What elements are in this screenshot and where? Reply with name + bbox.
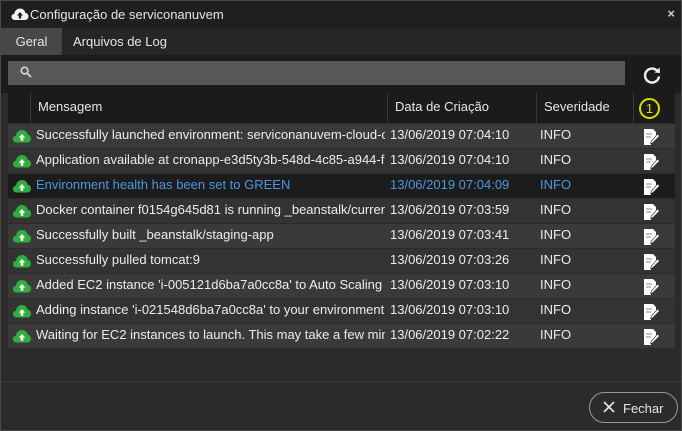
- events-grid: Mensagem Data de Criação Severidade 1 Su…: [8, 93, 675, 355]
- edit-icon[interactable]: [642, 253, 660, 271]
- table-row[interactable]: Application available at cronapp-e3d5ty3…: [8, 149, 675, 173]
- row-date: 13/06/2019 07:02:22: [390, 327, 510, 342]
- row-severity: INFO: [540, 252, 572, 267]
- row-date: 13/06/2019 07:04:09: [390, 177, 510, 192]
- footer-divider: [1, 381, 681, 382]
- row-message: Successfully pulled tomcat:9: [36, 252, 201, 267]
- row-severity: INFO: [540, 127, 572, 142]
- cloud-upload-icon: [13, 130, 31, 143]
- cloud-icon: [11, 8, 29, 20]
- cloud-upload-icon: [13, 180, 31, 193]
- row-message: Successfully launched environment: servi…: [36, 127, 385, 142]
- edit-icon[interactable]: [642, 228, 660, 246]
- title-bar[interactable]: Configuração de serviconanuvem ×: [1, 1, 681, 28]
- table-row[interactable]: Waiting for EC2 instances to launch. Thi…: [8, 324, 675, 348]
- cloud-upload-icon: [13, 255, 31, 268]
- row-date: 13/06/2019 07:03:10: [390, 302, 510, 317]
- edit-icon[interactable]: [642, 303, 660, 321]
- row-date: 13/06/2019 07:03:59: [390, 202, 510, 217]
- row-date: 13/06/2019 07:04:10: [390, 127, 510, 142]
- column-header-data-de-criacao[interactable]: Data de Criação: [387, 93, 536, 123]
- search-input[interactable]: [38, 61, 622, 87]
- row-date: 13/06/2019 07:04:10: [390, 152, 510, 167]
- fechar-label: Fechar: [623, 401, 664, 416]
- table-row[interactable]: Adding instance 'i-021548d6ba7a0cc8a' to…: [8, 299, 675, 323]
- row-date: 13/06/2019 07:03:41: [390, 227, 510, 242]
- close-icon[interactable]: ×: [667, 6, 675, 21]
- row-message: Docker container f0154g645d81 is running…: [36, 202, 385, 217]
- tab-arquivos-de-log[interactable]: Arquivos de Log: [62, 28, 178, 55]
- row-severity: INFO: [540, 277, 572, 292]
- table-row[interactable]: Successfully launched environment: servi…: [8, 124, 675, 148]
- cloud-upload-icon: [13, 330, 31, 343]
- step-badge: 1: [639, 98, 660, 119]
- search-box[interactable]: [8, 61, 625, 87]
- tab-geral[interactable]: Geral: [1, 28, 62, 55]
- table-row[interactable]: Successfully built _beanstalk/staging-ap…: [8, 224, 675, 248]
- row-date: 13/06/2019 07:03:10: [390, 277, 510, 292]
- edit-icon[interactable]: [642, 178, 660, 196]
- edit-icon[interactable]: [642, 128, 660, 146]
- row-severity: INFO: [540, 302, 572, 317]
- table-row[interactable]: Docker container f0154g645d81 is running…: [8, 199, 675, 223]
- cloud-upload-icon: [13, 305, 31, 318]
- cloud-upload-icon: [13, 230, 31, 243]
- grid-header: Mensagem Data de Criação Severidade 1: [8, 93, 675, 123]
- row-severity: INFO: [540, 177, 572, 192]
- cloud-upload-icon: [13, 280, 31, 293]
- row-severity: INFO: [540, 327, 572, 342]
- table-row[interactable]: Added EC2 instance 'i-005121d6ba7a0cc8a'…: [8, 274, 675, 298]
- close-icon: [603, 401, 615, 413]
- row-severity: INFO: [540, 202, 572, 217]
- table-row[interactable]: Successfully pulled tomcat:9 13/06/2019 0…: [8, 249, 675, 273]
- row-date: 13/06/2019 07:03:26: [390, 252, 510, 267]
- window-title: Configuração de serviconanuvem: [30, 7, 224, 22]
- column-header-severidade[interactable]: Severidade: [536, 93, 633, 123]
- row-message: Application available at cronapp-e3d5ty3…: [36, 152, 385, 167]
- fechar-button[interactable]: Fechar: [589, 392, 678, 423]
- tab-bar: Geral Arquivos de Log: [1, 28, 681, 55]
- row-severity: INFO: [540, 152, 572, 167]
- row-severity: INFO: [540, 227, 572, 242]
- edit-icon[interactable]: [642, 153, 660, 171]
- refresh-icon[interactable]: [641, 64, 663, 86]
- table-row[interactable]: Environment health has been set to GREEN…: [8, 174, 675, 198]
- cloud-upload-icon: [13, 155, 31, 168]
- edit-icon[interactable]: [642, 278, 660, 296]
- row-message: Adding instance 'i-021548d6ba7a0cc8a' to…: [36, 302, 385, 317]
- config-dialog: Configuração de serviconanuvem × Geral A…: [0, 0, 682, 431]
- edit-icon[interactable]: [642, 328, 660, 346]
- search-icon: [20, 66, 32, 78]
- row-message: Waiting for EC2 instances to launch. Thi…: [36, 327, 385, 342]
- cloud-upload-icon: [13, 205, 31, 218]
- row-message: Environment health has been set to GREEN: [36, 177, 291, 192]
- edit-icon[interactable]: [642, 203, 660, 221]
- toolbar: [1, 55, 681, 93]
- row-message: Successfully built _beanstalk/staging-ap…: [36, 227, 274, 242]
- column-header-mensagem[interactable]: Mensagem: [30, 93, 387, 123]
- row-message: Added EC2 instance 'i-005121d6ba7a0cc8a'…: [36, 277, 385, 292]
